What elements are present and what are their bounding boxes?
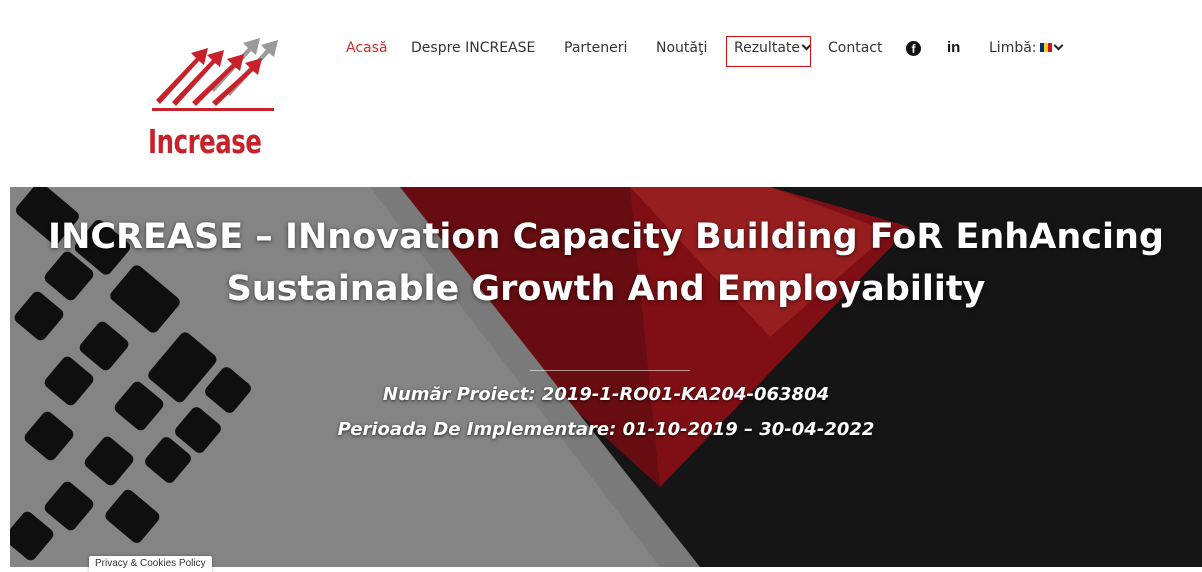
main-navigation: Acasă Despre INCREASE Parteneri Noutăţi … — [0, 40, 1202, 60]
nav-item-rezultate[interactable]: Rezultate — [734, 40, 812, 56]
language-selector[interactable]: Limbă: — [989, 40, 1063, 56]
nav-item-despre[interactable]: Despre INCREASE — [411, 40, 535, 56]
language-label: Limbă: — [989, 40, 1037, 56]
nav-item-noutati[interactable]: Noutăţi — [656, 40, 707, 56]
nav-item-acasa[interactable]: Acasă — [346, 40, 387, 56]
romania-flag-icon — [1039, 42, 1052, 52]
chevron-down-icon — [1053, 40, 1063, 51]
hero-title: INCREASE – INnovation Capacity Building … — [48, 217, 1164, 309]
nav-item-contact[interactable]: Contact — [828, 40, 882, 56]
privacy-cookies-tab[interactable]: Privacy & Cookies Policy — [89, 556, 212, 572]
implementation-period: Perioada De Implementare: 01-10-2019 – 3… — [337, 419, 875, 440]
nav-item-rezultate-label: Rezultate — [734, 40, 800, 56]
facebook-icon[interactable]: f — [906, 41, 921, 56]
hero-banner: INCREASE – INnovation Capacity Building … — [10, 187, 1202, 567]
linkedin-icon[interactable]: in — [947, 39, 960, 56]
title-divider — [530, 370, 690, 371]
nav-item-parteneri[interactable]: Parteneri — [564, 40, 627, 56]
project-number: Număr Proiect: 2019-1-RO01-KA204-063804 — [382, 384, 830, 405]
chevron-down-icon — [801, 40, 812, 51]
logo-text: Increase — [148, 122, 262, 161]
